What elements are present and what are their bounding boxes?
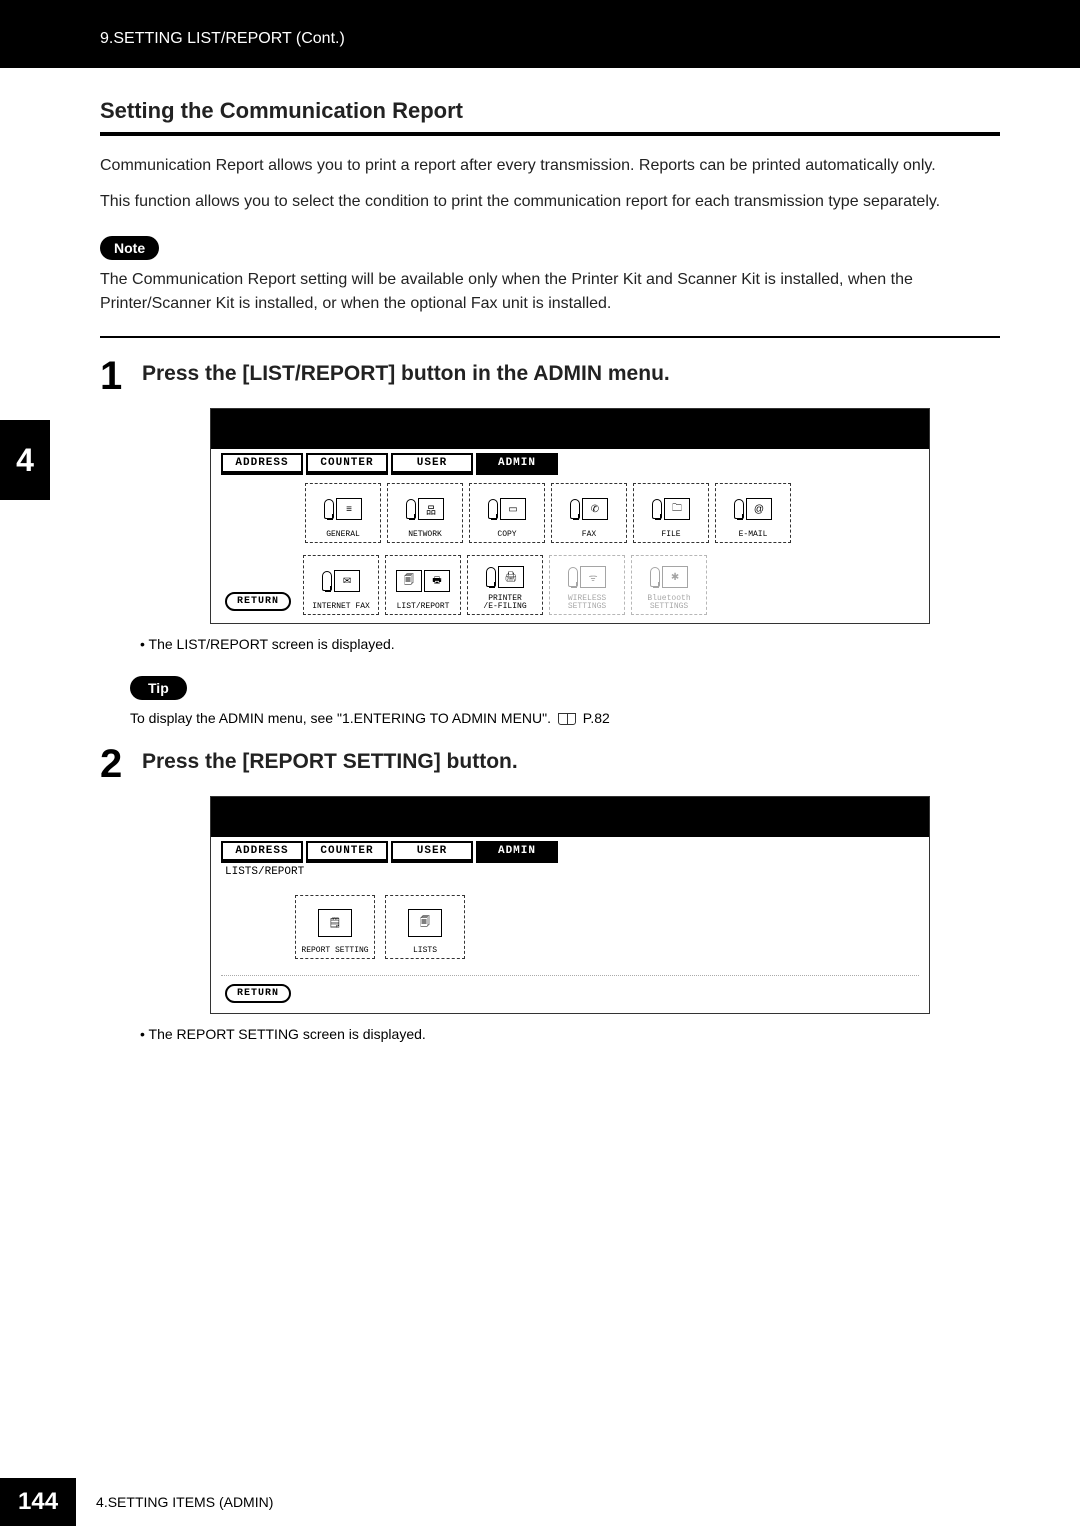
wireless-settings-button: ᯤ WIRELESS SETTINGS bbox=[549, 555, 625, 615]
page-footer: 144 4.SETTING ITEMS (ADMIN) bbox=[0, 1478, 273, 1526]
printer-icon: 🖨 bbox=[498, 566, 524, 588]
rule bbox=[100, 336, 1000, 338]
tab-address[interactable]: ADDRESS bbox=[221, 453, 303, 475]
finger-icon bbox=[652, 499, 662, 519]
wireless-icon: ᯤ bbox=[580, 566, 606, 588]
finger-icon bbox=[650, 567, 660, 587]
chapter-tab: 4 bbox=[0, 420, 50, 500]
finger-icon bbox=[486, 567, 496, 587]
step2-result: The REPORT SETTING screen is displayed. bbox=[100, 1026, 1000, 1042]
note-badge: Note bbox=[100, 236, 159, 260]
printer-efiling-button[interactable]: 🖨 PRINTER /E-FILING bbox=[467, 555, 543, 615]
divider bbox=[221, 975, 919, 976]
fax-button[interactable]: ✆ FAX bbox=[551, 483, 627, 543]
bluetooth-settings-button: ✱ Bluetooth SETTINGS bbox=[631, 555, 707, 615]
intro-paragraph-1: Communication Report allows you to print… bbox=[100, 154, 1000, 178]
finger-icon bbox=[322, 571, 332, 591]
general-button[interactable]: ≡ GENERAL bbox=[305, 483, 381, 543]
tab-admin[interactable]: ADMIN bbox=[476, 453, 558, 475]
admin-menu-screenshot: ADDRESS COUNTER USER ADMIN ≡ GENERAL 品 N… bbox=[210, 408, 930, 624]
lists-icon: 🗐 bbox=[408, 909, 442, 937]
copy-button[interactable]: ▭ COPY bbox=[469, 483, 545, 543]
tip-badge: Tip bbox=[130, 676, 187, 700]
return-button[interactable]: RETURN bbox=[225, 984, 291, 1003]
tab-counter[interactable]: COUNTER bbox=[306, 453, 388, 475]
step-number-1: 1 bbox=[100, 356, 142, 396]
file-button[interactable]: 🗀 FILE bbox=[633, 483, 709, 543]
step-title-1: Press the [LIST/REPORT] button in the AD… bbox=[142, 356, 670, 386]
report-icon: 🖶 bbox=[424, 570, 450, 592]
internet-fax-button[interactable]: ✉ INTERNET FAX bbox=[303, 555, 379, 615]
return-button[interactable]: RETURN bbox=[225, 592, 291, 611]
intro-paragraph-2: This function allows you to select the c… bbox=[100, 190, 1000, 214]
copy-icon: ▭ bbox=[500, 498, 526, 520]
file-icon: 🗀 bbox=[664, 498, 690, 520]
tip-text: To display the ADMIN menu, see "1.ENTERI… bbox=[100, 710, 1000, 726]
finger-icon bbox=[570, 499, 580, 519]
email-icon: @ bbox=[746, 498, 772, 520]
footer-text: 4.SETTING ITEMS (ADMIN) bbox=[76, 1494, 273, 1510]
section-title: Setting the Communication Report bbox=[100, 98, 1000, 124]
lists-button[interactable]: 🗐 LISTS bbox=[385, 895, 465, 959]
rule bbox=[100, 132, 1000, 136]
tab-user[interactable]: USER bbox=[391, 841, 473, 863]
list-report-button[interactable]: 🗐🖶 LIST/REPORT bbox=[385, 555, 461, 615]
finger-icon bbox=[734, 499, 744, 519]
page-header: 9.SETTING LIST/REPORT (Cont.) bbox=[0, 0, 1080, 68]
finger-icon bbox=[406, 499, 416, 519]
general-icon: ≡ bbox=[336, 498, 362, 520]
step-number-2: 2 bbox=[100, 744, 142, 784]
network-button[interactable]: 品 NETWORK bbox=[387, 483, 463, 543]
finger-icon bbox=[488, 499, 498, 519]
lists-report-screenshot: ADDRESS COUNTER USER ADMIN LISTS/REPORT … bbox=[210, 796, 930, 1014]
report-setting-button[interactable]: 🗒 REPORT SETTING bbox=[295, 895, 375, 959]
fax-icon: ✆ bbox=[582, 498, 608, 520]
internet-fax-icon: ✉ bbox=[334, 570, 360, 592]
network-icon: 品 bbox=[418, 498, 444, 520]
list-icon: 🗐 bbox=[396, 570, 422, 592]
tab-counter[interactable]: COUNTER bbox=[306, 841, 388, 863]
book-icon bbox=[558, 713, 576, 725]
finger-icon bbox=[568, 567, 578, 587]
tab-admin[interactable]: ADMIN bbox=[476, 841, 558, 863]
note-text: The Communication Report setting will be… bbox=[100, 268, 1000, 316]
finger-icon bbox=[324, 499, 334, 519]
email-button[interactable]: @ E-MAIL bbox=[715, 483, 791, 543]
tab-user[interactable]: USER bbox=[391, 453, 473, 475]
step1-result: The LIST/REPORT screen is displayed. bbox=[100, 636, 1000, 652]
tab-address[interactable]: ADDRESS bbox=[221, 841, 303, 863]
report-setting-icon: 🗒 bbox=[318, 909, 352, 937]
breadcrumb: LISTS/REPORT bbox=[215, 863, 925, 881]
page-number: 144 bbox=[0, 1478, 76, 1526]
bluetooth-icon: ✱ bbox=[662, 566, 688, 588]
step-title-2: Press the [REPORT SETTING] button. bbox=[142, 744, 518, 774]
